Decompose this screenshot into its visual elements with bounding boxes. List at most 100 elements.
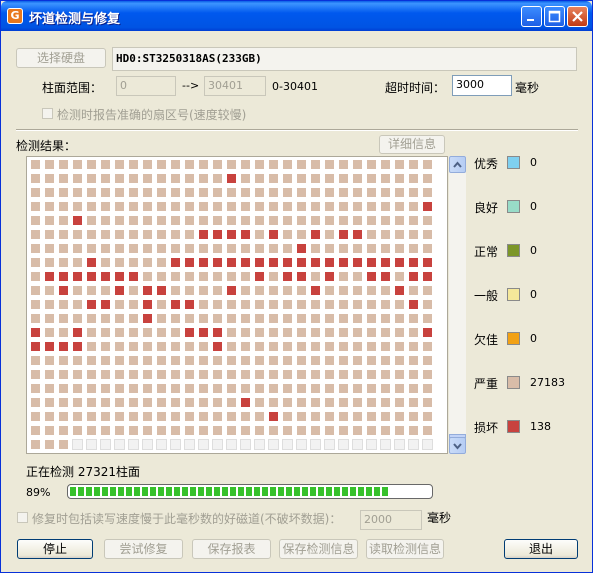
minimize-icon[interactable] [521,6,542,27]
cylinder-from-input[interactable]: 0 [116,76,176,96]
cylinder-cell [100,425,111,436]
cylinder-cell [44,355,55,366]
map-scrollbar[interactable] [449,156,466,454]
cylinder-cell [226,299,237,310]
title-bar[interactable]: G 坏道检测与修复 [1,1,592,31]
cylinder-cell [170,187,181,198]
report-sector-checkbox[interactable] [42,108,53,119]
cylinder-cell [212,299,223,310]
cylinder-cell [58,187,69,198]
cylinder-cell [296,173,307,184]
cylinder-cell [226,355,237,366]
cylinder-cell [324,271,335,282]
cylinder-cell [268,243,279,254]
cylinder-cell [198,201,209,212]
cylinder-cell [170,341,181,352]
cylinder-cell [422,397,433,408]
legend-label: 欠佳 [474,333,499,347]
exit-button[interactable]: 退出 [504,539,578,559]
cylinder-to-input[interactable]: 30401 [204,76,266,96]
cylinder-cell [212,271,223,282]
cylinder-cell [142,243,153,254]
cylinder-cell [422,243,433,254]
cylinder-cell [408,299,419,310]
repair-threshold-input[interactable]: 2000 [360,510,422,530]
cylinder-cell [156,313,167,324]
cylinder-cell [296,397,307,408]
cylinder-cell [422,187,433,198]
cylinder-cell [128,355,139,366]
cylinder-cell [128,313,139,324]
cylinder-cell [338,439,349,450]
cylinder-cell [184,355,195,366]
cylinder-cell [184,257,195,268]
cylinder-cell [408,425,419,436]
cylinder-cell [30,243,41,254]
cylinder-cell [86,243,97,254]
cylinder-cell [352,159,363,170]
cylinder-cell [156,243,167,254]
cylinder-cell [170,327,181,338]
save-report-button[interactable]: 保存报表 [192,539,271,559]
cylinder-cell [380,285,391,296]
cylinder-cell [44,257,55,268]
load-info-button[interactable]: 读取检测信息 [366,539,444,559]
cylinder-cell [366,327,377,338]
stop-button[interactable]: 停止 [17,539,93,559]
cylinder-cell [366,201,377,212]
cylinder-cell [422,383,433,394]
cylinder-cell [380,159,391,170]
cylinder-cell [408,271,419,282]
cylinder-cell [366,215,377,226]
details-button[interactable]: 详细信息 [379,135,445,154]
cylinder-cell [100,439,111,450]
scroll-down-icon[interactable] [449,437,466,454]
cylinder-cell [380,257,391,268]
cylinder-cell [100,327,111,338]
cylinder-cell [422,355,433,366]
cylinder-cell [44,243,55,254]
cylinder-cell [212,369,223,380]
top-separator [16,129,578,131]
legend-count: 138 [530,420,551,433]
cylinder-cell [338,397,349,408]
cylinder-cell [240,285,251,296]
cylinder-cell [310,243,321,254]
cylinder-cell [128,187,139,198]
close-icon[interactable] [567,6,588,27]
cylinder-cell [184,439,195,450]
try-repair-button[interactable]: 尝试修复 [104,539,183,559]
legend-label: 严重 [474,377,499,391]
disk-name-field: HD0:ST3250318AS(233GB) [112,47,577,71]
cylinder-cell [114,327,125,338]
cylinder-cell [310,383,321,394]
cylinder-cell [86,383,97,394]
cylinder-cell [240,313,251,324]
cylinder-cell [212,201,223,212]
cylinder-cell [338,201,349,212]
cylinder-cell [86,201,97,212]
cylinder-cell [240,397,251,408]
cylinder-cell [338,271,349,282]
cylinder-cell [156,173,167,184]
cylinder-cell [310,271,321,282]
cylinder-cell [310,299,321,310]
cylinder-cell [408,229,419,240]
cylinder-cell [170,285,181,296]
maximize-icon[interactable] [544,6,565,27]
cylinder-cell [338,341,349,352]
scroll-up-icon[interactable] [449,156,466,173]
cylinder-cell [226,229,237,240]
cylinder-cell [156,187,167,198]
repair-include-checkbox[interactable] [17,512,28,523]
cylinder-cell [254,271,265,282]
cylinder-cell [380,411,391,422]
cylinder-cell [142,411,153,422]
cylinder-cell [142,187,153,198]
cylinder-cell [86,355,97,366]
cylinder-cell [268,201,279,212]
timeout-input[interactable]: 3000 [452,75,512,96]
cylinder-cell [30,425,41,436]
select-disk-button[interactable]: 选择硬盘 [16,48,106,68]
save-info-button[interactable]: 保存检测信息 [279,539,358,559]
